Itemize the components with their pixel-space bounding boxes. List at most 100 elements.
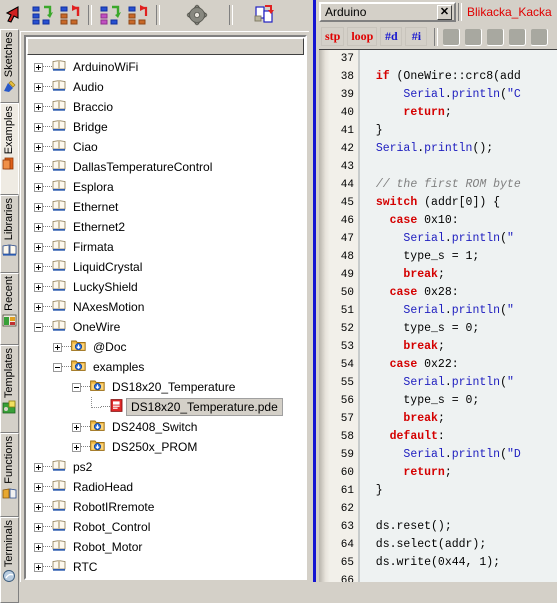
tree-expand-toggle[interactable] <box>34 102 43 112</box>
include-button[interactable]: #i <box>405 27 428 46</box>
tree-item[interactable]: NAxesMotion <box>26 297 305 317</box>
code-line[interactable]: break; <box>362 338 557 356</box>
tree-expand-toggle[interactable] <box>34 482 43 492</box>
sidebar-item-sketches[interactable]: Sketches <box>0 29 19 103</box>
tree-collapse-toggle[interactable] <box>72 382 81 392</box>
sidebar-item-libraries[interactable]: Libraries <box>0 195 19 273</box>
tree-item[interactable]: Robot_Motor <box>26 537 305 557</box>
editor-action-button-5[interactable] <box>530 27 549 46</box>
tree-item[interactable]: RTC <box>26 557 305 577</box>
editor-action-button-1[interactable] <box>442 27 461 46</box>
tree-item[interactable]: Firmata <box>26 237 305 257</box>
gear-icon[interactable] <box>184 2 210 27</box>
code-line[interactable]: switch (addr[0]) { <box>362 194 557 212</box>
code-line[interactable]: if (OneWire::crc8(add <box>362 68 557 86</box>
code-line[interactable]: ds.select(addr); <box>362 536 557 554</box>
code-line[interactable]: // the first ROM byte <box>362 176 557 194</box>
code-line[interactable] <box>362 158 557 176</box>
tree-item[interactable]: Ethernet2 <box>26 217 305 237</box>
tree-expand-toggle[interactable] <box>53 342 62 352</box>
tree-collapse-toggle[interactable] <box>53 362 62 372</box>
editor-action-button-4[interactable] <box>508 27 527 46</box>
tree-collapse-toggle[interactable] <box>34 322 43 332</box>
tree-expand-toggle[interactable] <box>72 442 81 452</box>
code-line[interactable]: return; <box>362 104 557 122</box>
tree-item[interactable]: Audio <box>26 77 305 97</box>
tree-expand-toggle[interactable] <box>34 162 43 172</box>
tree-expand-toggle[interactable] <box>34 542 43 552</box>
tree-expand-toggle[interactable] <box>34 122 43 132</box>
tree-item[interactable]: Esplora <box>26 177 305 197</box>
code-line[interactable]: } <box>362 122 557 140</box>
copy-file-icon[interactable] <box>251 2 277 27</box>
tree-collapse-icon[interactable] <box>57 2 83 27</box>
code-line[interactable] <box>362 572 557 582</box>
code-line[interactable]: Serial.println("C <box>362 86 557 104</box>
code-line[interactable]: Serial.println(" <box>362 302 557 320</box>
setup-button[interactable]: stp <box>321 27 345 46</box>
code-line[interactable]: Serial.println(" <box>362 374 557 392</box>
tree-item[interactable]: examples <box>26 357 305 377</box>
panel-divider[interactable] <box>309 0 319 582</box>
code-line[interactable]: Serial.println("D <box>362 446 557 464</box>
editor-action-button-2[interactable] <box>464 27 483 46</box>
code-line[interactable]: type_s = 1; <box>362 248 557 266</box>
tree-collapse-all-icon[interactable] <box>125 2 151 27</box>
tree-item[interactable]: RadioHead <box>26 477 305 497</box>
sidebar-item-examples[interactable]: Examples <box>0 103 19 195</box>
tree-expand-toggle[interactable] <box>34 142 43 152</box>
tree-item[interactable]: DS250x_PROM <box>26 437 305 457</box>
tree-item[interactable]: @Doc <box>26 337 305 357</box>
tree-item[interactable]: Bridge <box>26 117 305 137</box>
tree-expand-toggle[interactable] <box>34 202 43 212</box>
tree-item[interactable]: Ciao <box>26 137 305 157</box>
code-line[interactable]: Serial.println(" <box>362 230 557 248</box>
code-line[interactable]: case 0x10: <box>362 212 557 230</box>
tree-expand-toggle[interactable] <box>34 242 43 252</box>
code-line[interactable] <box>362 50 557 68</box>
tree-expand-toggle[interactable] <box>34 222 43 232</box>
tree-expand-all-icon[interactable] <box>97 2 123 27</box>
tree-list[interactable]: ArduinoWiFi Audio Braccio Bridge Ciao DallasT… <box>26 56 305 578</box>
tree-expand-toggle[interactable] <box>34 302 43 312</box>
tree-item[interactable]: ps2 <box>26 457 305 477</box>
code-line[interactable]: type_s = 0; <box>362 320 557 338</box>
tab-blikacka-kacka[interactable]: Blikacka_Kacka <box>464 2 555 22</box>
code-line[interactable]: break; <box>362 266 557 284</box>
tree-item[interactable]: DallasTemperatureControl <box>26 157 305 177</box>
tree-item[interactable]: DS18x20_Temperature <box>26 377 305 397</box>
tree-item[interactable]: DS2408_Switch <box>26 417 305 437</box>
tree-item[interactable]: Braccio <box>26 97 305 117</box>
code-line[interactable]: } <box>362 482 557 500</box>
tree-expand-toggle[interactable] <box>34 182 43 192</box>
sidebar-item-terminals[interactable]: Terminals <box>0 517 19 603</box>
tree-item[interactable]: Robot_Control <box>26 517 305 537</box>
tree-expand-toggle[interactable] <box>34 502 43 512</box>
tree-expand-toggle[interactable] <box>72 422 81 432</box>
tree-item[interactable]: RobotIRremote <box>26 497 305 517</box>
code-line[interactable]: Serial.println(); <box>362 140 557 158</box>
code-line[interactable]: break; <box>362 410 557 428</box>
code-line[interactable]: default: <box>362 428 557 446</box>
tree-item[interactable]: LiquidCrystal <box>26 257 305 277</box>
code-line[interactable] <box>362 500 557 518</box>
tree-expand-icon[interactable] <box>29 2 55 27</box>
sidebar-item-templates[interactable]: Templates <box>0 345 19 433</box>
tab-arduino[interactable]: Arduino ✕ <box>319 2 456 22</box>
tree-expand-toggle[interactable] <box>34 62 43 72</box>
editor-action-button-3[interactable] <box>486 27 505 46</box>
pointer-arrow-icon[interactable] <box>1 2 27 27</box>
code-line[interactable]: type_s = 0; <box>362 392 557 410</box>
define-button[interactable]: #d <box>380 27 403 46</box>
tree-item[interactable]: ArduinoWiFi <box>26 57 305 77</box>
tree-expand-toggle[interactable] <box>34 282 43 292</box>
close-icon[interactable]: ✕ <box>437 4 452 20</box>
loop-button[interactable]: loop <box>347 27 378 46</box>
code-view[interactable]: 37 38 39 40 41 42 43 44 45 46 47 48 49 50 51 52 53 54 55 56… <box>319 49 557 582</box>
code-line[interactable]: ds.reset(); <box>362 518 557 536</box>
tree-item[interactable]: OneWire <box>26 317 305 337</box>
tree-expand-toggle[interactable] <box>34 562 43 572</box>
tree-item[interactable]: DS18x20_Temperature.pde <box>26 397 305 417</box>
code-line[interactable]: return; <box>362 464 557 482</box>
code-line[interactable]: ds.write(0x44, 1); <box>362 554 557 572</box>
